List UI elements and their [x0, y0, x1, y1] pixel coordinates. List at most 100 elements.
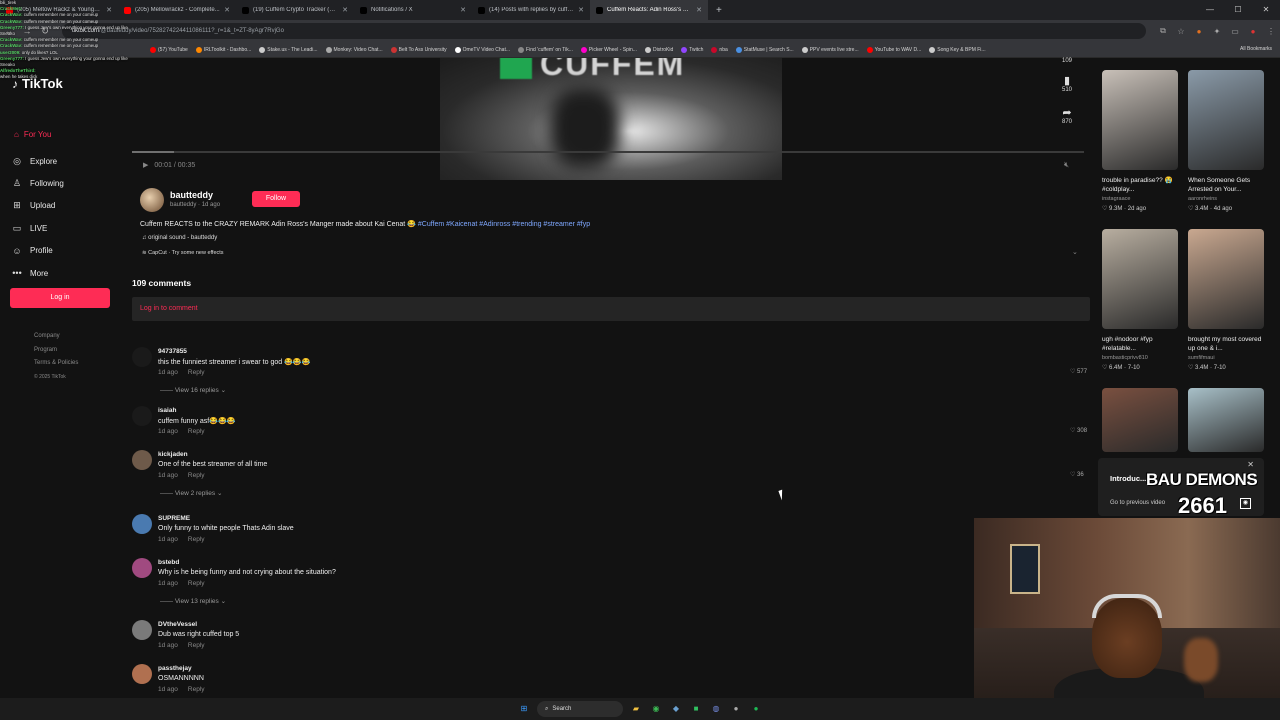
- camera-icon: ◉: [1240, 498, 1251, 509]
- comment-avatar[interactable]: [132, 347, 152, 367]
- taskbar-search[interactable]: ⌕ Search: [537, 701, 623, 717]
- spotify-icon[interactable]: ●: [749, 702, 763, 716]
- reply-button[interactable]: Reply: [188, 642, 205, 649]
- comment-text: Why is he being funny and not crying abo…: [158, 569, 336, 576]
- related-video-author[interactable]: instagraace: [1102, 196, 1130, 202]
- forward-icon[interactable]: →: [18, 26, 36, 36]
- related-video-caption[interactable]: brought my most covered up one & i...: [1188, 335, 1268, 353]
- browser-tab[interactable]: (205) Mellowrackz - Complete... ✕: [118, 0, 236, 20]
- comment-avatar[interactable]: [132, 620, 152, 640]
- bookmark-item[interactable]: Stake.us - The Leadi...: [259, 46, 318, 53]
- related-video-thumbnail[interactable]: [1188, 388, 1264, 452]
- app-icon[interactable]: ■: [689, 702, 703, 716]
- close-icon[interactable]: ✕: [578, 6, 584, 14]
- bookmark-item[interactable]: Monkey: Video Chat...: [325, 46, 383, 53]
- close-icon[interactable]: ✕: [696, 6, 702, 14]
- comment-avatar[interactable]: [132, 664, 152, 684]
- related-video-author[interactable]: aaronrheins: [1188, 196, 1217, 202]
- browser-tab[interactable]: (19) Cuffem Crypto Tracker (@... ✕: [236, 0, 354, 20]
- url-host: tiktok.com: [72, 28, 100, 34]
- browser-tab[interactable]: Notifications / X ✕: [354, 0, 472, 20]
- profile-icon[interactable]: ●: [1244, 27, 1262, 36]
- related-video-caption[interactable]: trouble in paradise?? 😭 #coldplay...: [1102, 176, 1182, 194]
- related-video-author[interactable]: bombasticprivv810: [1102, 355, 1148, 361]
- view-replies[interactable]: —— View 2 replies ⌄: [160, 489, 222, 497]
- comment-avatar[interactable]: [132, 558, 152, 578]
- previous-video-link[interactable]: Go to previous video: [1110, 500, 1165, 506]
- bookmark-item[interactable]: Song Key & BPM Fi...: [929, 46, 986, 53]
- browser-tab[interactable]: Cuffem Reacts: Adin Ross's Sh... ✕: [590, 0, 708, 20]
- comment-username[interactable]: DVtheVessel: [158, 621, 197, 628]
- related-video-thumbnail[interactable]: [1102, 388, 1178, 452]
- comment-avatar[interactable]: [132, 514, 152, 534]
- related-video-thumbnail[interactable]: [1188, 70, 1264, 170]
- comment-username[interactable]: passthejay: [158, 665, 192, 672]
- file-explorer-icon[interactable]: ▰: [629, 702, 643, 716]
- related-video-thumbnail[interactable]: [1102, 70, 1178, 170]
- related-video-thumbnail[interactable]: [1102, 229, 1178, 329]
- reload-icon[interactable]: ↻: [36, 26, 54, 37]
- comment-username[interactable]: kickjaden: [158, 451, 188, 458]
- close-icon[interactable]: ✕: [460, 6, 466, 14]
- related-video-thumbnail[interactable]: [1188, 229, 1264, 329]
- related-video-author[interactable]: sumfifmaui: [1188, 355, 1215, 361]
- comment-avatar[interactable]: [132, 406, 152, 426]
- close-window-icon[interactable]: ✕: [1252, 0, 1280, 20]
- menu-icon[interactable]: ⋮: [1262, 27, 1280, 36]
- comment-username[interactable]: isaiah: [158, 407, 176, 414]
- bookmark-item[interactable]: PPV events live stre...: [801, 46, 859, 53]
- reply-button[interactable]: Reply: [188, 536, 205, 543]
- windows-start-icon[interactable]: ⊞: [517, 702, 531, 716]
- comment-like[interactable]: ♡ 308: [1070, 427, 1087, 434]
- puzzle-icon[interactable]: ✦: [1208, 27, 1226, 36]
- minimize-icon[interactable]: —: [1196, 0, 1224, 20]
- extension-icon[interactable]: ●: [1190, 27, 1208, 36]
- close-icon[interactable]: ✕: [224, 6, 230, 14]
- comment-username[interactable]: bstebd: [158, 559, 179, 566]
- bookmark-item[interactable]: Belt To Ass University: [390, 46, 447, 53]
- comment-like[interactable]: ♡ 577: [1070, 368, 1087, 375]
- chrome-icon[interactable]: ◉: [649, 702, 663, 716]
- close-icon[interactable]: ✕: [1247, 460, 1254, 469]
- sidebar-icon[interactable]: ▭: [1226, 27, 1244, 36]
- reply-button[interactable]: Reply: [188, 369, 205, 376]
- all-bookmarks[interactable]: All Bookmarks: [1240, 46, 1272, 52]
- reply-button[interactable]: Reply: [188, 580, 205, 587]
- maximize-icon[interactable]: ☐: [1224, 0, 1252, 20]
- comment-username[interactable]: 94737855: [158, 348, 187, 355]
- reply-button[interactable]: Reply: [188, 428, 205, 435]
- new-tab-icon[interactable]: +: [708, 5, 730, 16]
- star-icon[interactable]: ☆: [1172, 27, 1190, 36]
- view-replies[interactable]: —— View 13 replies ⌄: [160, 597, 226, 605]
- related-video-caption[interactable]: ugh #nodoor #fyp #relatable...: [1102, 335, 1182, 353]
- browser-tab[interactable]: (14) Posts with replies by cuffe... ✕: [472, 0, 590, 20]
- reply-button[interactable]: Reply: [188, 686, 205, 693]
- comment-username[interactable]: SUPREME: [158, 515, 190, 522]
- comment-meta: 1d ago Reply: [158, 686, 215, 693]
- view-replies[interactable]: —— View 16 replies ⌄: [160, 386, 226, 394]
- bookmark-item[interactable]: Twitch: [681, 46, 703, 53]
- discord-icon[interactable]: ◍: [709, 702, 723, 716]
- bookmark-item[interactable]: DistroKid: [644, 46, 673, 53]
- close-icon[interactable]: ✕: [106, 6, 112, 14]
- bookmark-favicon-icon: [929, 46, 936, 53]
- url-field[interactable]: tiktok.com/@bauteddy/video/7528274224411…: [62, 23, 1146, 39]
- back-icon[interactable]: ←: [0, 26, 18, 36]
- comment-avatar[interactable]: [132, 450, 152, 470]
- bookmark-item[interactable]: nba: [711, 46, 728, 53]
- bookmark-item[interactable]: (57) YouTube: [150, 46, 188, 53]
- bookmark-item[interactable]: IRLToolkit - Dashbo...: [195, 46, 251, 53]
- bookmark-item[interactable]: StatMuse | Search S...: [735, 46, 794, 53]
- comment-like[interactable]: ♡ 36: [1070, 471, 1084, 478]
- bookmark-item[interactable]: OmeTV Video Chat...: [454, 46, 510, 53]
- install-icon[interactable]: ⧉: [1154, 26, 1172, 36]
- bookmark-item[interactable]: Find 'cuffem' on Tik...: [518, 46, 573, 53]
- bookmark-item[interactable]: YouTube to WAV D...: [866, 46, 921, 53]
- obs-icon[interactable]: ●: [729, 702, 743, 716]
- steam-icon[interactable]: ◆: [669, 702, 683, 716]
- browser-tab[interactable]: (205) Meltow Rackz & Youngbo... ✕: [0, 0, 118, 20]
- close-icon[interactable]: ✕: [342, 6, 348, 14]
- reply-button[interactable]: Reply: [188, 472, 205, 479]
- related-video-caption[interactable]: When Someone Gets Arrested on Your...: [1188, 176, 1268, 194]
- bookmark-item[interactable]: Picker Wheel - Spin...: [580, 46, 637, 53]
